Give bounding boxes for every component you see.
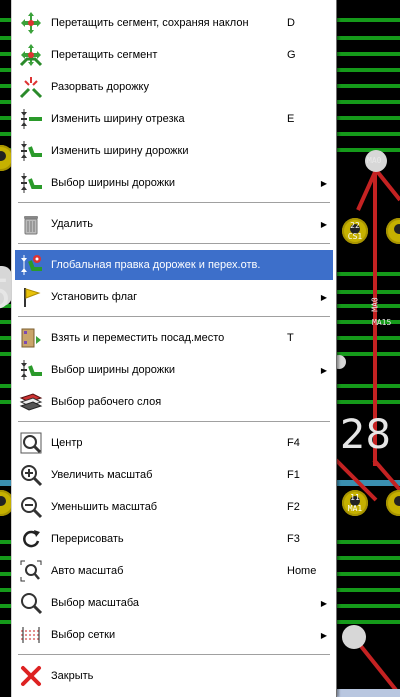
zoom-out-icon <box>21 497 43 519</box>
menu-item-center[interactable]: Центр F4 <box>15 428 333 458</box>
menu-separator <box>18 316 330 318</box>
menu-item-close[interactable]: Закрыть <box>15 661 333 691</box>
menu-item-select-zoom[interactable]: Выбор масштаба ▶ <box>15 588 333 618</box>
zoom-fit-icon <box>20 560 42 582</box>
menu-separator <box>18 421 330 423</box>
menu-item-label: Закрыть <box>51 670 94 682</box>
pad-label: 11 <box>350 493 360 502</box>
menu-item-shortcut: E <box>287 113 295 125</box>
segment-width-icon <box>21 109 42 129</box>
menu-item-auto-zoom[interactable]: Авто масштаб Home <box>15 556 333 586</box>
menu-item-label: Центр <box>51 437 83 449</box>
menu-item-shortcut: F1 <box>287 469 300 481</box>
submenu-arrow-icon: ▶ <box>320 219 327 229</box>
menu-item-drag-segment[interactable]: Перетащить сегмент G <box>15 40 333 70</box>
submenu-arrow-icon: ▶ <box>320 365 327 375</box>
menu-item-shortcut: G <box>287 49 296 61</box>
submenu-arrow-icon: ▶ <box>320 178 327 188</box>
zoom-in-icon <box>21 465 43 487</box>
menu-item-select-track-width[interactable]: Выбор ширины дорожки ▶ <box>15 168 333 198</box>
menu-item-delete[interactable]: Удалить ▶ <box>15 209 333 239</box>
menu-item-zoom-out[interactable]: Уменьшить масштаб F2 <box>15 492 333 522</box>
menu-item-label: Выбор ширины дорожки <box>51 177 176 189</box>
menu-item-zoom-in[interactable]: Увеличить масштаб F1 <box>15 460 333 490</box>
redraw-icon <box>23 530 40 548</box>
submenu-arrow-icon: ▶ <box>320 598 327 608</box>
context-menu: Перетащить сегмент, сохраняя наклон D Пе… <box>11 0 337 697</box>
menu-item-shortcut: D <box>287 17 295 29</box>
global-edit-tracks-icon <box>21 255 42 275</box>
menu-item-label: Выбор масштаба <box>51 597 140 609</box>
menu-item-label: Выбор ширины дорожки <box>51 364 176 376</box>
select-zoom-icon <box>21 593 43 615</box>
menu-separator <box>18 654 330 656</box>
menu-item-shortcut: F3 <box>287 533 300 545</box>
menu-item-label: Уменьшить масштаб <box>51 501 158 513</box>
menu-item-change-segment-width[interactable]: Изменить ширину отрезка E <box>15 104 333 134</box>
submenu-arrow-icon: ▶ <box>320 292 327 302</box>
menu-separator <box>18 202 330 204</box>
pcb-via[interactable] <box>342 625 366 649</box>
pcb-red-diagonals <box>336 458 400 690</box>
menu-item-shortcut: F2 <box>287 501 300 513</box>
grid-icon <box>21 627 41 643</box>
menu-item-shortcut: T <box>287 332 294 344</box>
status-bar <box>336 689 400 697</box>
select-track-width-icon <box>21 173 42 193</box>
track-width-icon <box>21 141 42 161</box>
menu-item-shortcut: F4 <box>287 437 300 449</box>
menu-item-move-footprint[interactable]: Взять и переместить посад.место T <box>15 323 333 353</box>
net-label: MA15 <box>372 318 392 327</box>
move-footprint-icon <box>21 328 41 348</box>
menu-item-label: Увеличить масштаб <box>51 469 153 481</box>
pcb-big-number: 28 <box>340 412 391 458</box>
menu-item-drag-segment-keep-slope[interactable]: Перетащить сегмент, сохраняя наклон D <box>15 8 333 38</box>
menu-item-global-edit-tracks[interactable]: Глобальная правка дорожек и перех.отв. <box>15 250 333 280</box>
break-track-icon <box>19 77 43 99</box>
menu-item-break-track[interactable]: Разорвать дорожку <box>15 72 333 102</box>
menu-item-select-working-layer[interactable]: Выбор рабочего слоя <box>15 387 333 417</box>
close-icon <box>21 666 41 686</box>
menu-separator <box>18 243 330 245</box>
pcb-left-fragment: 5 <box>0 272 11 318</box>
menu-item-label: Перетащить сегмент <box>51 49 158 61</box>
menu-item-label: Выбор рабочего слоя <box>51 396 162 408</box>
menu-item-label: Изменить ширину дорожки <box>51 145 189 157</box>
menu-item-label: Перетащить сегмент, сохраняя наклон <box>51 17 249 29</box>
layers-icon <box>19 393 43 411</box>
menu-item-shortcut: Home <box>287 565 317 577</box>
select-track-width-icon <box>21 360 42 380</box>
menu-item-set-flag[interactable]: Установить флаг ▶ <box>15 282 333 312</box>
menu-item-label: Взять и переместить посад.место <box>51 332 225 344</box>
menu-item-label: Глобальная правка дорожек и перех.отв. <box>51 259 261 271</box>
flag-icon <box>24 288 41 307</box>
menu-item-change-track-width[interactable]: Изменить ширину дорожки <box>15 136 333 166</box>
drag-segment-keep-slope-icon <box>21 12 41 34</box>
menu-item-label: Авто масштаб <box>51 565 124 577</box>
trash-icon <box>24 216 38 235</box>
menu-item-redraw[interactable]: Перерисовать F3 <box>15 524 333 554</box>
menu-item-label: Перерисовать <box>51 533 124 545</box>
menu-item-select-track-width-2[interactable]: Выбор ширины дорожки ▶ <box>15 355 333 385</box>
submenu-arrow-icon: ▶ <box>320 630 327 640</box>
menu-item-label: Установить флаг <box>51 291 138 303</box>
menu-item-label: Выбор сетки <box>51 629 116 641</box>
pad-label: CS1 <box>347 232 363 241</box>
pad-label: MA1 <box>347 504 363 513</box>
drag-segment-icon <box>19 44 43 67</box>
menu-item-select-grid[interactable]: Выбор сетки ▶ <box>15 620 333 650</box>
menu-item-label: Удалить <box>51 218 93 230</box>
net-label: MA0 <box>367 156 382 165</box>
pad-label: 22 <box>350 221 360 230</box>
menu-item-label: Разорвать дорожку <box>51 81 149 93</box>
net-label: MA0 <box>370 297 380 312</box>
pcb-pad[interactable] <box>386 218 400 244</box>
menu-item-label: Изменить ширину отрезка <box>51 113 185 125</box>
center-zoom-icon <box>20 432 42 454</box>
